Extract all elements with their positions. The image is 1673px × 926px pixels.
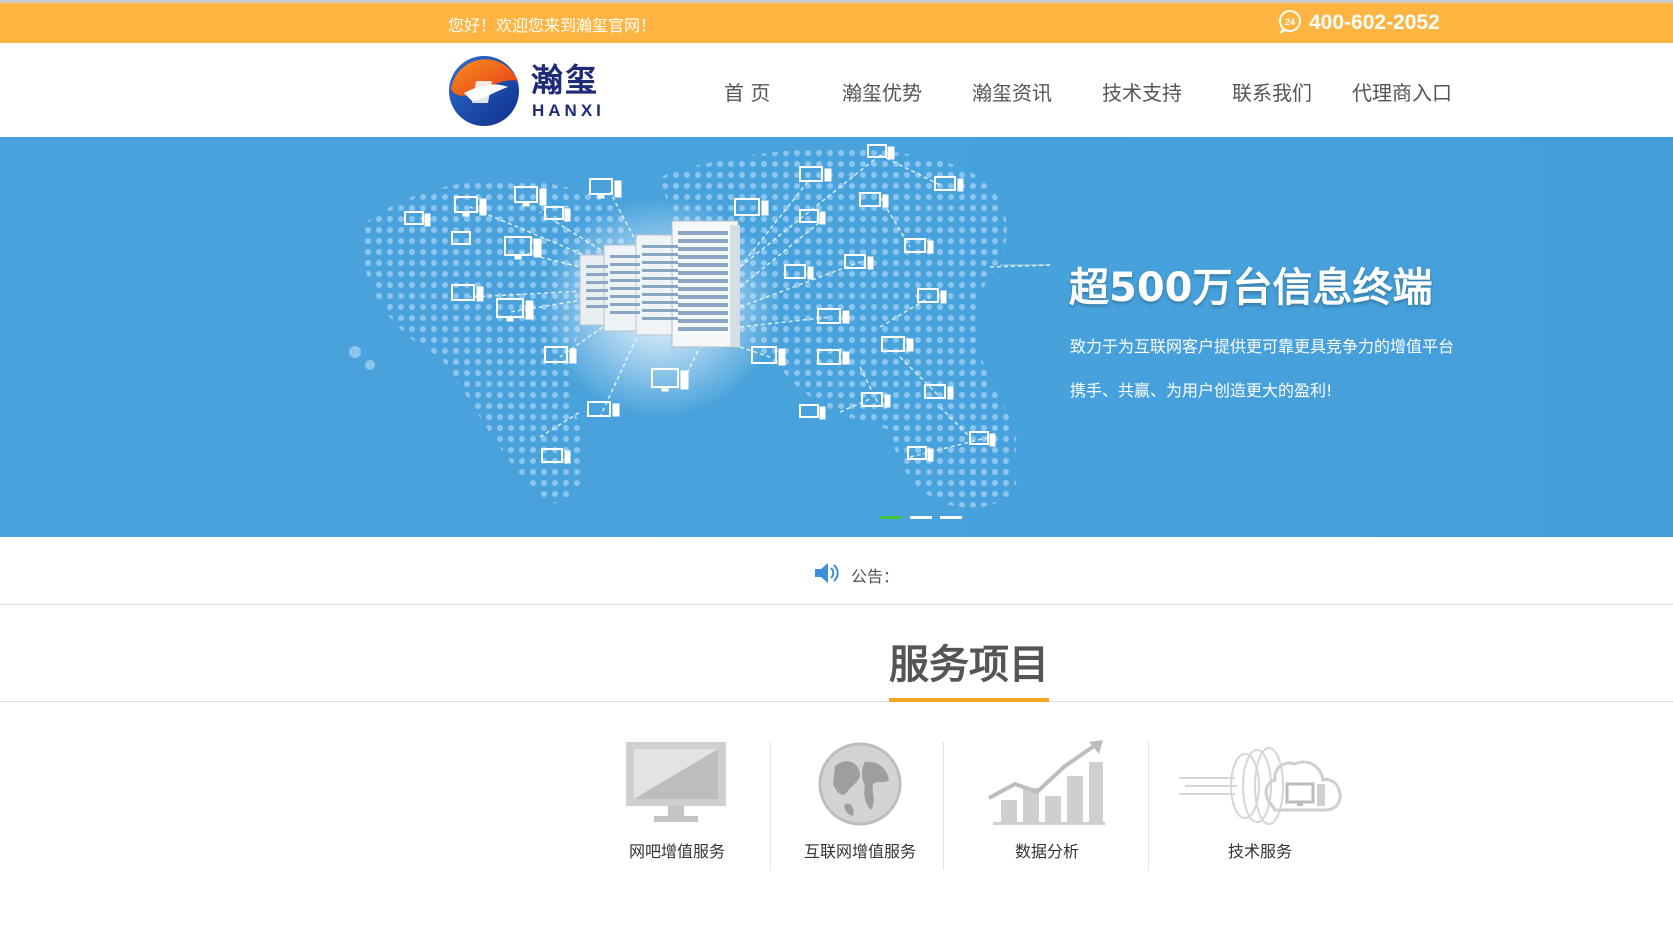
service-label: 数据分析 [1014, 842, 1079, 861]
service-label: 互联网增值服务 [803, 842, 916, 861]
banner-line-2: 携手、共赢、为用户创造更大的盈利! [1070, 381, 1333, 400]
title-underline [889, 698, 1049, 702]
services-title: 服务项目 [889, 642, 1049, 688]
monitor-icon [624, 742, 730, 832]
service-netcafe[interactable]: 网吧增值服务 [622, 740, 732, 862]
services-section-header: 服务项目 [0, 606, 1673, 702]
notice-label: 公告： [851, 567, 900, 586]
service-label: 技术服务 [1227, 842, 1292, 861]
banner-line-1: 致力于为互联网客户提供更可靠更具竞争力的增值平台 [1070, 337, 1455, 356]
service-label: 网吧增值服务 [628, 842, 725, 861]
service-internet[interactable]: 互联网增值服务 [795, 740, 925, 862]
service-tech[interactable]: 技术服务 [1175, 740, 1345, 862]
banner-headline: 超500万台信息终端 [1069, 265, 1433, 311]
welcome-text: 您好！欢迎您来到瀚玺官网！ [448, 16, 657, 35]
top-bar: 您好！欢迎您来到瀚玺官网！ 24 400-602-2052 [0, 0, 1673, 43]
nav-agent-entry[interactable]: 代理商入口 [1352, 77, 1452, 106]
header: 瀚玺 HANXI 首 页 瀚玺优势 瀚玺资讯 技术支持 联系我们 代理商入口 [0, 43, 1673, 137]
service-data-analysis[interactable]: 数据分析 [985, 740, 1109, 862]
globe-icon [815, 742, 905, 832]
hotline[interactable]: 24 400-602-2052 [1277, 8, 1440, 38]
service-divider [1148, 742, 1149, 870]
speaker-icon [813, 561, 841, 589]
service-divider [943, 742, 944, 870]
notice-bar: 公告： [0, 537, 1673, 605]
hero-banner: 超500万台信息终端 致力于为互联网客户提供更可靠更具竞争力的增值平台 携手、共… [0, 137, 1673, 537]
nav-advantages[interactable]: 瀚玺优势 [842, 77, 922, 106]
carousel-dot-3[interactable] [940, 516, 962, 519]
carousel-indicators [880, 516, 962, 519]
service-divider [770, 742, 771, 870]
carousel-dot-2[interactable] [910, 516, 932, 519]
main-nav: 首 页 瀚玺优势 瀚玺资讯 技术支持 联系我们 代理商入口 [0, 77, 1673, 107]
nav-contact[interactable]: 联系我们 [1232, 77, 1312, 106]
nav-news[interactable]: 瀚玺资讯 [972, 77, 1052, 106]
phone-24h-icon: 24 [1277, 7, 1303, 39]
carousel-dot-1[interactable] [880, 516, 902, 519]
nav-home[interactable]: 首 页 [724, 77, 770, 106]
bar-chart-icon [985, 740, 1109, 832]
cloud-computer-icon [1175, 747, 1345, 832]
phone-number: 400-602-2052 [1309, 11, 1440, 34]
nav-tech-support[interactable]: 技术支持 [1102, 77, 1182, 106]
svg-text:24: 24 [1285, 17, 1295, 27]
